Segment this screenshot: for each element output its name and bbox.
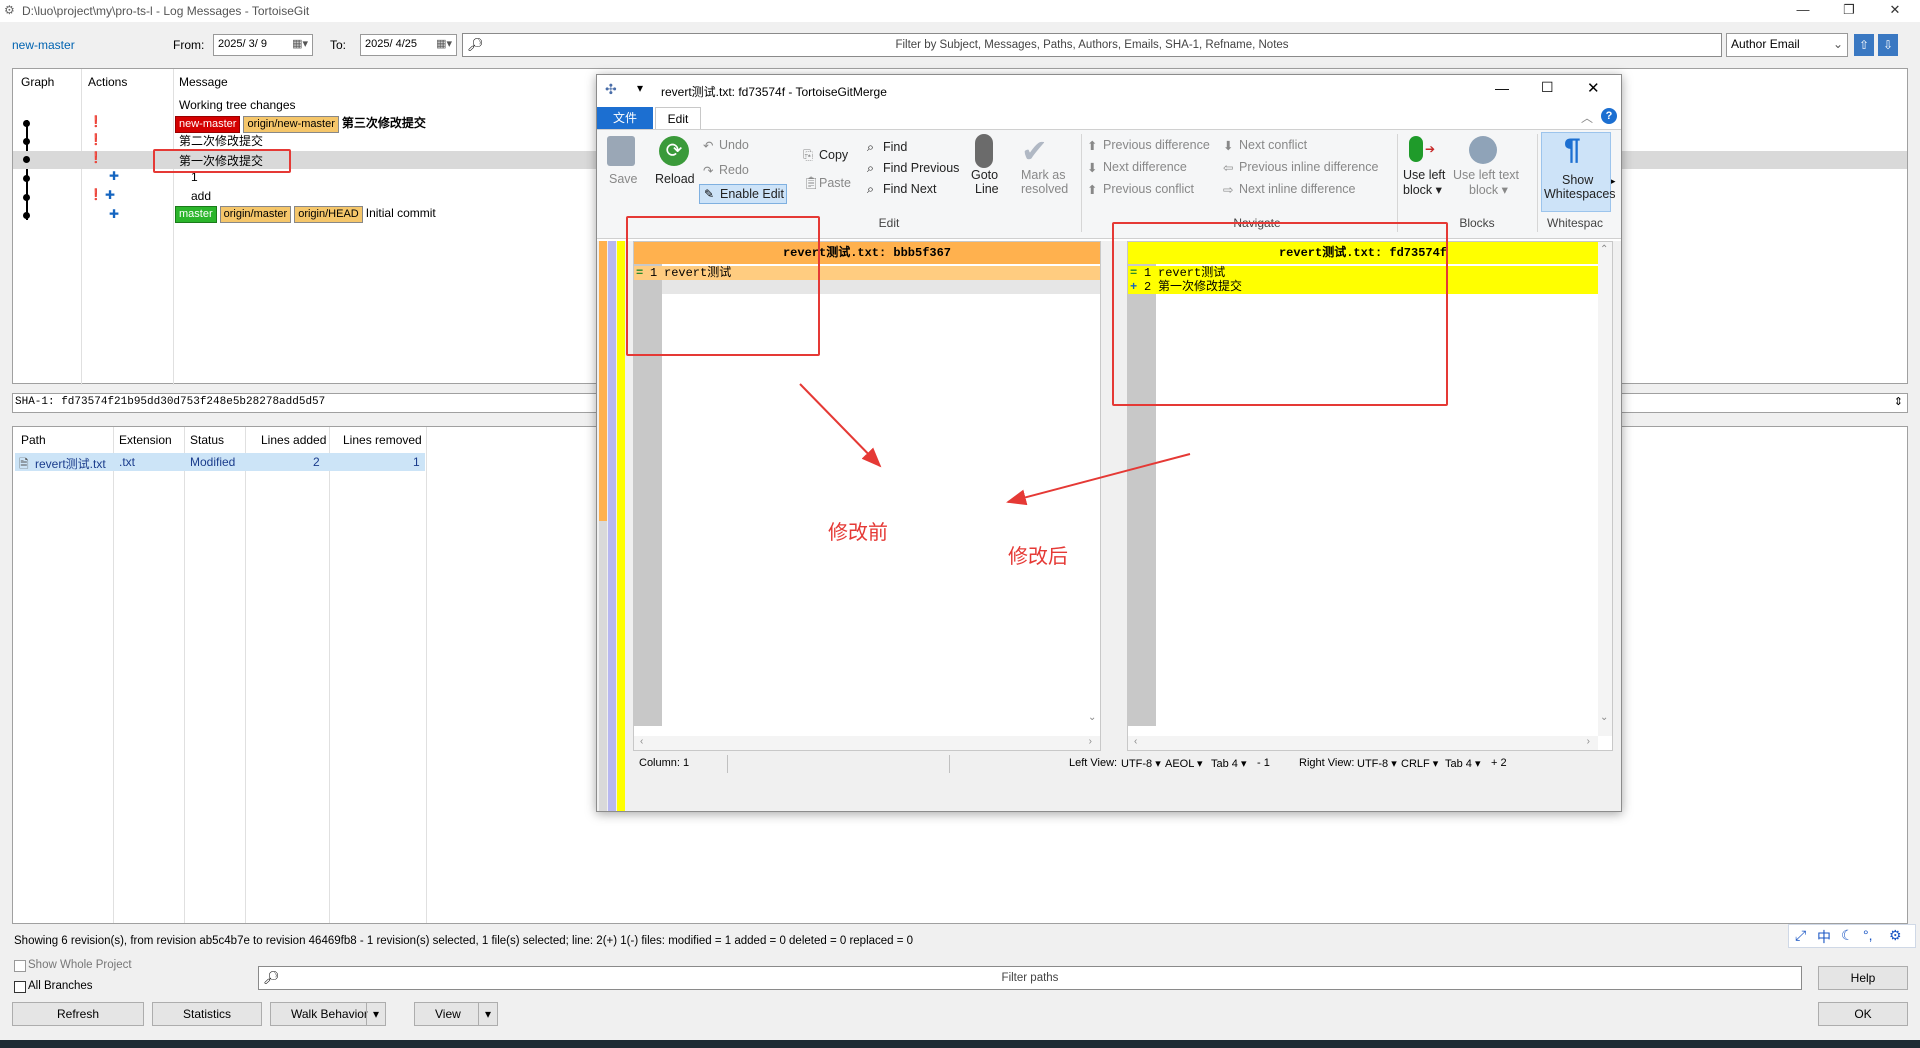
annotation-after: 修改后 bbox=[1008, 546, 1068, 568]
annotation-arrow-right bbox=[1006, 453, 1191, 506]
annotation-arrow-left bbox=[799, 383, 882, 468]
annotation-arrows bbox=[799, 383, 1191, 506]
annotation-before: 修改前 bbox=[828, 522, 888, 544]
